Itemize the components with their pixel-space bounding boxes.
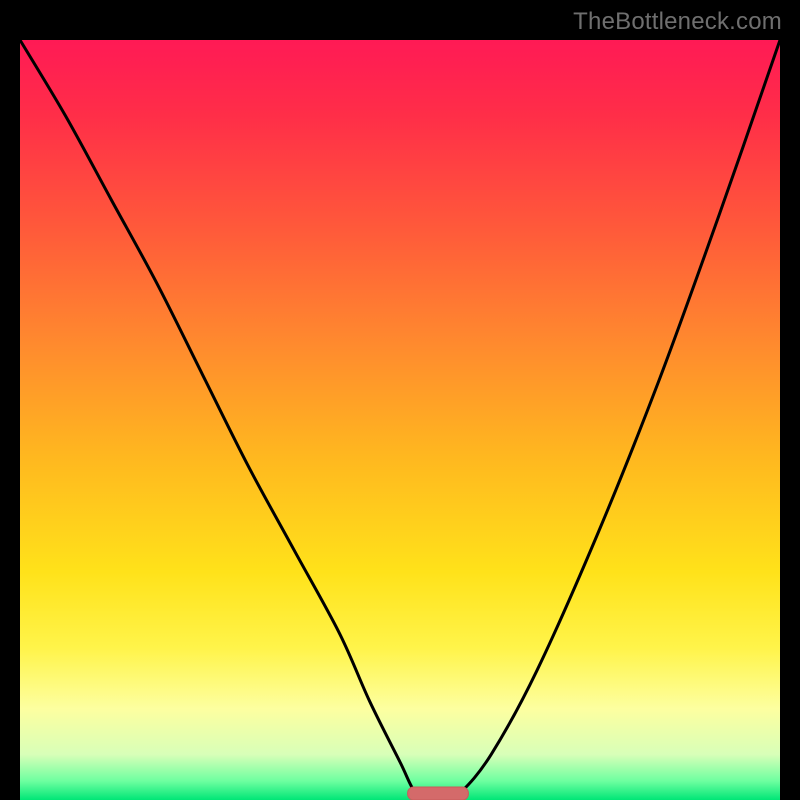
chart-frame <box>20 40 780 800</box>
bottleneck-chart <box>20 40 780 800</box>
watermark-text: TheBottleneck.com <box>573 8 782 36</box>
gradient-background <box>20 40 780 800</box>
optimal-zone-marker <box>408 787 469 800</box>
